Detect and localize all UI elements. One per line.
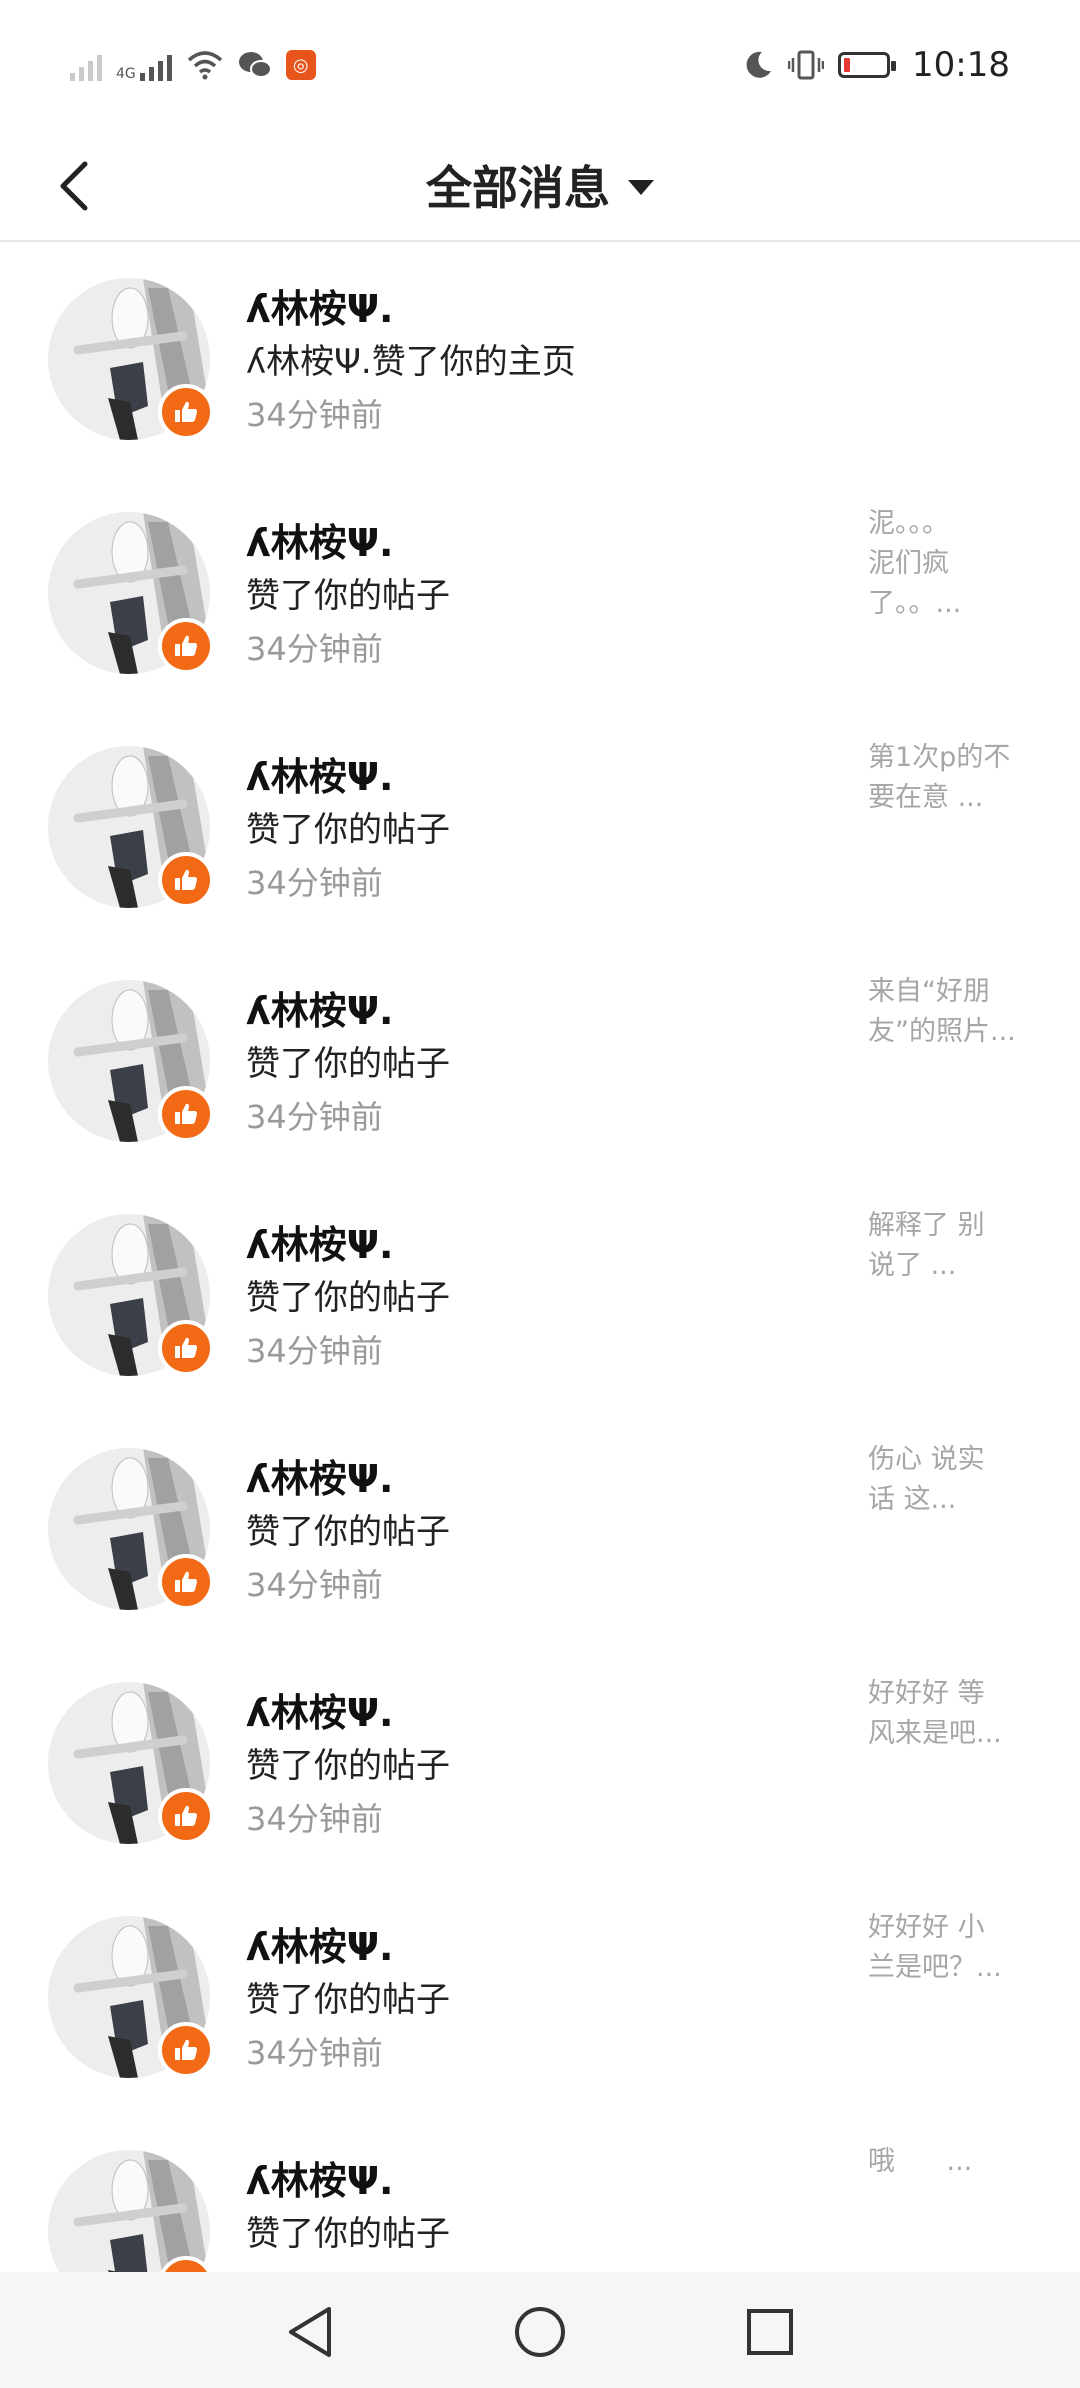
- post-preview[interactable]: 第1次p的不 要在意 ...: [868, 738, 1038, 818]
- timestamp: 34分钟前: [246, 1098, 383, 1136]
- timestamp: 34分钟前: [246, 630, 383, 668]
- post-preview[interactable]: 解释了 别 说了 ...: [868, 1206, 1038, 1286]
- wifi-icon: [187, 51, 222, 80]
- message-filter-dropdown[interactable]: 全部消息: [0, 130, 1080, 240]
- system-navigation-bar: [0, 2272, 1080, 2388]
- message-text: 赞了你的帖子: [246, 1044, 450, 1084]
- message-text: 赞了你的帖子: [246, 576, 450, 616]
- status-right: 10:18: [742, 45, 1010, 85]
- thumbs-up-icon: [175, 635, 197, 656]
- like-badge: [158, 618, 214, 674]
- message-item[interactable]: ʎ林桉Ψ. 赞了你的帖子 34分钟前 来自“好朋 友”的照片...: [0, 944, 1080, 1178]
- sender-name[interactable]: ʎ林桉Ψ.: [246, 1448, 394, 1503]
- message-item[interactable]: ʎ林桉Ψ. 赞了你的帖子 34分钟前 伤心 说实 话 这...: [0, 1412, 1080, 1646]
- message-text: 赞了你的帖子: [246, 2214, 450, 2254]
- network-type-label: 4G: [116, 66, 136, 82]
- sender-name[interactable]: ʎ林桉Ψ.: [246, 1214, 394, 1269]
- message-item[interactable]: ʎ林桉Ψ. 赞了你的帖子 34分钟前 第1次p的不 要在意 ...: [0, 710, 1080, 944]
- post-preview[interactable]: 来自“好朋 友”的照片...: [868, 972, 1038, 1052]
- nav-home-button[interactable]: [510, 2302, 570, 2362]
- thumbs-up-icon: [175, 1103, 197, 1124]
- back-triangle-icon: [289, 2307, 331, 2357]
- timestamp: 34分钟前: [246, 1566, 383, 1604]
- thumbs-up-icon: [175, 2039, 197, 2060]
- timestamp: 34分钟前: [246, 396, 383, 434]
- sender-name[interactable]: ʎ林桉Ψ.: [246, 980, 394, 1035]
- sender-name[interactable]: ʎ林桉Ψ.: [246, 2150, 394, 2205]
- page-title: 全部消息: [426, 161, 610, 215]
- post-preview[interactable]: 哦 ...: [868, 2142, 1038, 2182]
- clock: 10:18: [912, 45, 1010, 85]
- thumbs-up-icon: [175, 401, 197, 422]
- message-item[interactable]: ʎ林桉Ψ. 赞了你的帖子 34分钟前 好好好 等 风来是吧...: [0, 1646, 1080, 1880]
- post-preview[interactable]: 好好好 小 兰是吧？...: [868, 1908, 1038, 1988]
- do-not-disturb-moon-icon: [746, 51, 772, 78]
- no-sim-signal-icon: [70, 49, 102, 81]
- like-badge: [158, 852, 214, 908]
- like-badge: [158, 384, 214, 440]
- message-item[interactable]: ʎ林桉Ψ. 赞了你的帖子 34分钟前 好好好 小 兰是吧？...: [0, 1880, 1080, 2114]
- status-left: 4G ◎: [70, 49, 316, 81]
- post-preview[interactable]: 伤心 说实 话 这...: [868, 1440, 1038, 1520]
- vibrate-icon: [788, 50, 825, 80]
- recents-square-icon: [747, 2309, 793, 2355]
- top-app-bar: 全部消息: [0, 130, 1080, 242]
- wechat-icon: [238, 52, 272, 78]
- timestamp: 34分钟前: [246, 1800, 383, 1838]
- timestamp: 34分钟前: [246, 864, 383, 902]
- caret-down-icon: [628, 179, 654, 195]
- like-badge: [158, 1086, 214, 1142]
- thumbs-up-icon: [175, 869, 197, 890]
- battery-low-icon: [838, 52, 897, 78]
- message-item[interactable]: ʎ林桉Ψ. ʎ林桉Ψ.赞了你的主页 34分钟前: [0, 242, 1080, 476]
- message-item[interactable]: ʎ林桉Ψ. 赞了你的帖子 34分钟前 解释了 别 说了 ...: [0, 1178, 1080, 1412]
- like-badge: [158, 2022, 214, 2078]
- like-badge: [158, 1320, 214, 1376]
- message-item[interactable]: ʎ林桉Ψ. 赞了你的帖子 34分钟前 泥。。。 泥们疯 了。。...: [0, 476, 1080, 710]
- thumbs-up-icon: [175, 1805, 197, 1826]
- home-circle-icon: [515, 2307, 565, 2357]
- message-text: 赞了你的帖子: [246, 810, 450, 850]
- sender-name[interactable]: ʎ林桉Ψ.: [246, 746, 394, 801]
- status-bar: 4G ◎ 10:18: [0, 0, 1080, 130]
- post-preview[interactable]: 泥。。。 泥们疯 了。。...: [868, 504, 1038, 624]
- nav-back-button[interactable]: [280, 2302, 340, 2362]
- nav-recents-button[interactable]: [740, 2302, 800, 2362]
- sender-name[interactable]: ʎ林桉Ψ.: [246, 512, 394, 567]
- timestamp: 34分钟前: [246, 2034, 383, 2072]
- message-text: 赞了你的帖子: [246, 1746, 450, 1786]
- timestamp: 34分钟前: [246, 1332, 383, 1370]
- thumbs-up-icon: [175, 1337, 197, 1358]
- message-text: 赞了你的帖子: [246, 1512, 450, 1552]
- sender-name[interactable]: ʎ林桉Ψ.: [246, 1916, 394, 1971]
- app-notification-icon: ◎: [285, 50, 316, 80]
- post-preview[interactable]: 好好好 等 风来是吧...: [868, 1674, 1038, 1754]
- like-badge: [158, 1554, 214, 1610]
- thumbs-up-icon: [175, 1571, 197, 1592]
- sender-name[interactable]: ʎ林桉Ψ.: [246, 1682, 394, 1737]
- signal-4g-icon: 4G: [116, 49, 172, 81]
- sender-name[interactable]: ʎ林桉Ψ.: [246, 278, 394, 333]
- message-text: ʎ林桉Ψ.赞了你的主页: [246, 342, 576, 382]
- message-text: 赞了你的帖子: [246, 1980, 450, 2020]
- like-badge: [158, 1788, 214, 1844]
- message-text: 赞了你的帖子: [246, 1278, 450, 1318]
